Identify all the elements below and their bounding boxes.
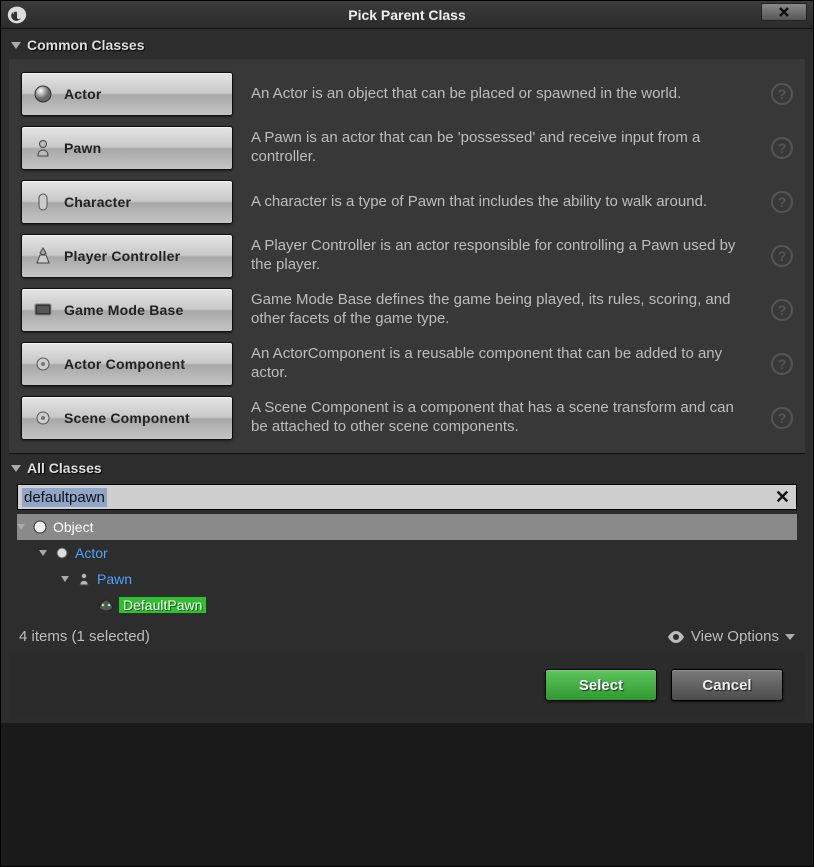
section-label: Common Classes	[27, 37, 144, 53]
expand-icon	[11, 42, 21, 49]
expand-icon	[11, 465, 21, 472]
screen-icon	[32, 299, 54, 321]
class-button-label: Game Mode Base	[64, 302, 184, 318]
search-text: defaultpawn	[22, 488, 107, 507]
tree-item-label: DefaultPawn	[119, 597, 206, 613]
window-title: Pick Parent Class	[1, 7, 813, 23]
common-classes-header[interactable]: Common Classes	[9, 31, 805, 59]
app-logo-icon	[7, 5, 27, 25]
common-class-row: Player Controller A Player Controller is …	[9, 229, 805, 283]
dialog-footer: Select Cancel	[9, 651, 805, 719]
class-button-label: Player Controller	[64, 248, 180, 264]
eye-icon	[667, 631, 685, 643]
expand-icon	[39, 550, 47, 556]
help-icon[interactable]: ?	[771, 191, 793, 213]
class-description: A Pawn is an actor that can be 'possesse…	[251, 129, 753, 167]
all-classes-section: All Classes defaultpawn ✕ Object Actor Paw…	[9, 453, 805, 651]
section-label: All Classes	[27, 460, 102, 476]
tree-item-defaultpawn[interactable]: DefaultPawn	[17, 592, 797, 618]
help-icon[interactable]: ?	[771, 353, 793, 375]
tree-item-label: Object	[53, 519, 93, 535]
class-description: A Player Controller is an actor responsi…	[251, 237, 753, 275]
class-description: An Actor is an object that can be placed…	[251, 85, 753, 104]
pawn-small-icon	[75, 570, 93, 588]
class-description: An ActorComponent is a reusable componen…	[251, 345, 753, 383]
search-wrap: defaultpawn ✕	[9, 482, 805, 514]
sphere-small-icon	[53, 544, 71, 562]
tree-item-object[interactable]: Object	[17, 514, 797, 540]
all-classes-header[interactable]: All Classes	[9, 454, 805, 482]
chevron-down-icon	[785, 634, 795, 640]
class-button-actor[interactable]: Actor	[21, 72, 233, 116]
class-button-label: Pawn	[64, 140, 101, 156]
tree-item-label: Pawn	[97, 571, 132, 587]
help-icon[interactable]: ?	[771, 83, 793, 105]
common-class-row: Actor An Actor is an object that can be p…	[9, 67, 805, 121]
class-button-player-controller[interactable]: Player Controller	[21, 234, 233, 278]
class-button-label: Actor Component	[64, 356, 185, 372]
capsule-icon	[32, 191, 54, 213]
controller-icon	[32, 245, 54, 267]
help-icon[interactable]: ?	[771, 407, 793, 429]
status-row: 4 items (1 selected) View Options	[9, 624, 805, 651]
common-class-row: Character A character is a type of Pawn t…	[9, 175, 805, 229]
tree-item-label: Actor	[75, 545, 108, 561]
pawn-icon	[32, 137, 54, 159]
tree-item-pawn[interactable]: Pawn	[17, 566, 797, 592]
help-icon[interactable]: ?	[771, 137, 793, 159]
class-button-label: Actor	[64, 86, 102, 102]
common-class-row: Scene Component A Scene Component is a co…	[9, 391, 805, 445]
search-input[interactable]: defaultpawn ✕	[17, 484, 797, 510]
dialog-body: Common Classes Actor An Actor is an objec…	[1, 29, 813, 723]
status-text: 4 items (1 selected)	[19, 628, 150, 645]
sphere-white-icon	[31, 518, 49, 536]
class-button-game-mode-base[interactable]: Game Mode Base	[21, 288, 233, 332]
select-button[interactable]: Select	[545, 669, 657, 701]
class-button-scene-component[interactable]: Scene Component	[21, 396, 233, 440]
class-button-label: Scene Component	[64, 410, 190, 426]
expand-icon	[17, 524, 25, 530]
titlebar: Pick Parent Class	[1, 1, 813, 29]
close-button[interactable]	[761, 3, 807, 21]
gear-icon	[32, 407, 54, 429]
view-options-label: View Options	[691, 628, 779, 645]
sphere-icon	[32, 83, 54, 105]
dpawn-icon	[97, 596, 115, 614]
class-description: A Scene Component is a component that ha…	[251, 399, 753, 437]
tree-item-actor[interactable]: Actor	[17, 540, 797, 566]
gear-icon	[32, 353, 54, 375]
class-button-actor-component[interactable]: Actor Component	[21, 342, 233, 386]
cancel-button[interactable]: Cancel	[671, 669, 783, 701]
class-description: Game Mode Base defines the game being pl…	[251, 291, 753, 329]
common-classes-list: Actor An Actor is an object that can be p…	[9, 59, 805, 453]
common-class-row: Pawn A Pawn is an actor that can be 'poss…	[9, 121, 805, 175]
common-class-row: Game Mode Base Game Mode Base defines the…	[9, 283, 805, 337]
help-icon[interactable]: ?	[771, 245, 793, 267]
class-button-label: Character	[64, 194, 131, 210]
common-class-row: Actor Component An ActorComponent is a re…	[9, 337, 805, 391]
class-button-character[interactable]: Character	[21, 180, 233, 224]
clear-search-icon[interactable]: ✕	[775, 487, 790, 508]
class-tree: Object Actor Pawn DefaultPawn	[9, 514, 805, 624]
class-description: A character is a type of Pawn that inclu…	[251, 193, 753, 212]
expand-icon	[61, 576, 69, 582]
view-options-button[interactable]: View Options	[667, 628, 795, 645]
help-icon[interactable]: ?	[771, 299, 793, 321]
class-button-pawn[interactable]: Pawn	[21, 126, 233, 170]
